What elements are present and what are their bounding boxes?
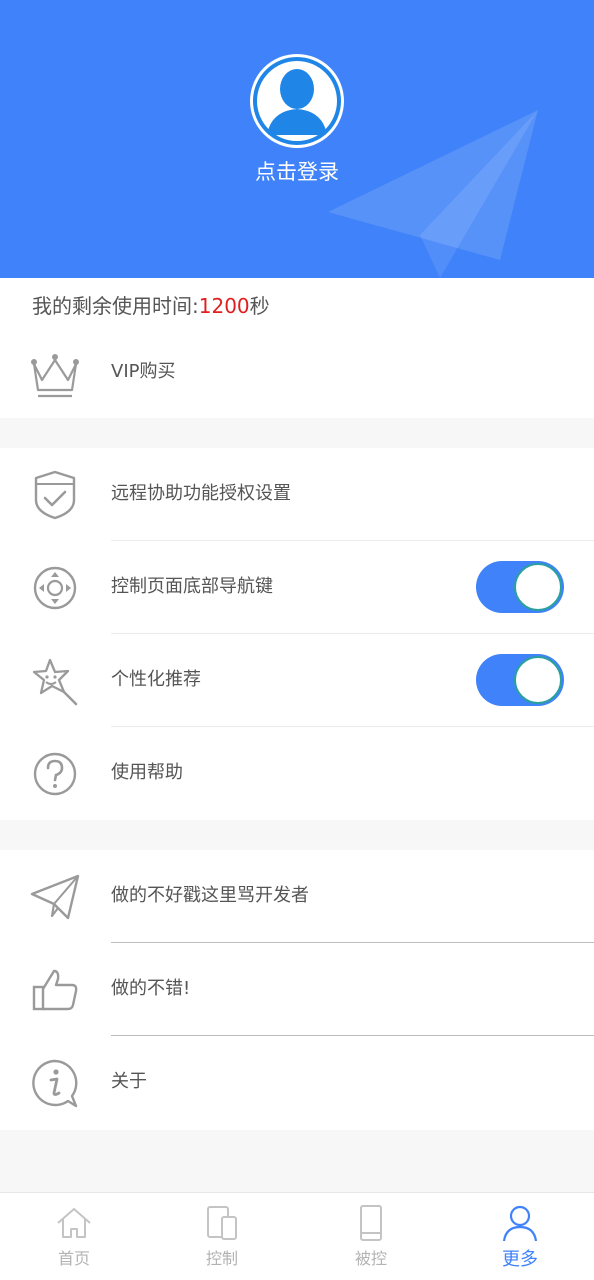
- tab-home[interactable]: 首页: [0, 1193, 148, 1280]
- menu-item-personalized[interactable]: 个性化推荐: [0, 634, 594, 726]
- menu-item-remote-auth[interactable]: 远程协助功能授权设置: [0, 448, 594, 540]
- menu-item-label: 远程协助功能授权设置: [111, 483, 291, 504]
- remaining-time-label: 我的剩余使用时间:: [32, 294, 199, 318]
- user-silhouette-icon: [257, 61, 337, 141]
- menu-item-about[interactable]: 关于: [0, 1036, 594, 1128]
- menu-item-label: 关于: [111, 1071, 147, 1092]
- paper-plane-watermark-icon: [328, 110, 538, 278]
- tab-control[interactable]: 控制: [148, 1193, 296, 1280]
- toggle-knob: [514, 656, 562, 704]
- menu-item-help[interactable]: 使用帮助: [0, 727, 594, 819]
- tab-label: 控制: [205, 1249, 238, 1268]
- menu-item-label: 控制页面底部导航键: [111, 576, 273, 597]
- menu-item-feedback-good[interactable]: 做的不错!: [0, 943, 594, 1035]
- avatar[interactable]: [250, 54, 344, 148]
- person-icon: [502, 1205, 538, 1242]
- bottom-tab-bar: 首页 控制 被控 更多: [0, 1192, 594, 1280]
- tab-more[interactable]: 更多: [446, 1193, 594, 1280]
- menu-item-label: 做的不好戳这里骂开发者: [111, 885, 309, 906]
- tab-label: 更多: [502, 1249, 538, 1270]
- crown-icon: [31, 354, 79, 398]
- menu-item-label: 做的不错!: [111, 978, 191, 999]
- menu-item-label: 个性化推荐: [111, 669, 201, 690]
- remaining-time-value: 1200: [198, 294, 250, 318]
- profile-header: 点击登录: [0, 0, 594, 278]
- dpad-icon: [33, 566, 77, 610]
- nav-keys-toggle[interactable]: [476, 561, 564, 613]
- tab-label: 首页: [57, 1249, 90, 1268]
- question-icon: [33, 752, 77, 796]
- tab-label: 被控: [354, 1249, 387, 1268]
- remaining-time-unit: 秒: [249, 294, 270, 318]
- star-wand-icon: [32, 658, 78, 706]
- menu-item-feedback-bad[interactable]: 做的不好戳这里骂开发者: [0, 850, 594, 942]
- remaining-time: 我的剩余使用时间:1200秒: [32, 290, 270, 319]
- menu-item-label: 使用帮助: [111, 762, 183, 783]
- devices-icon: [207, 1206, 237, 1240]
- tab-controlled[interactable]: 被控: [297, 1193, 445, 1280]
- home-icon: [57, 1208, 91, 1238]
- personalized-toggle[interactable]: [476, 654, 564, 706]
- thumbs-up-icon: [32, 969, 78, 1011]
- info-icon: [32, 1059, 78, 1108]
- menu-item-vip[interactable]: VIP购买: [0, 326, 594, 418]
- menu-item-nav-keys[interactable]: 控制页面底部导航键: [0, 541, 594, 633]
- shield-check-icon: [34, 470, 76, 520]
- menu-item-label: VIP购买: [111, 361, 176, 382]
- toggle-knob: [514, 563, 562, 611]
- paper-plane-icon: [30, 874, 80, 920]
- login-link[interactable]: 点击登录: [0, 156, 594, 186]
- phone-icon: [360, 1205, 382, 1241]
